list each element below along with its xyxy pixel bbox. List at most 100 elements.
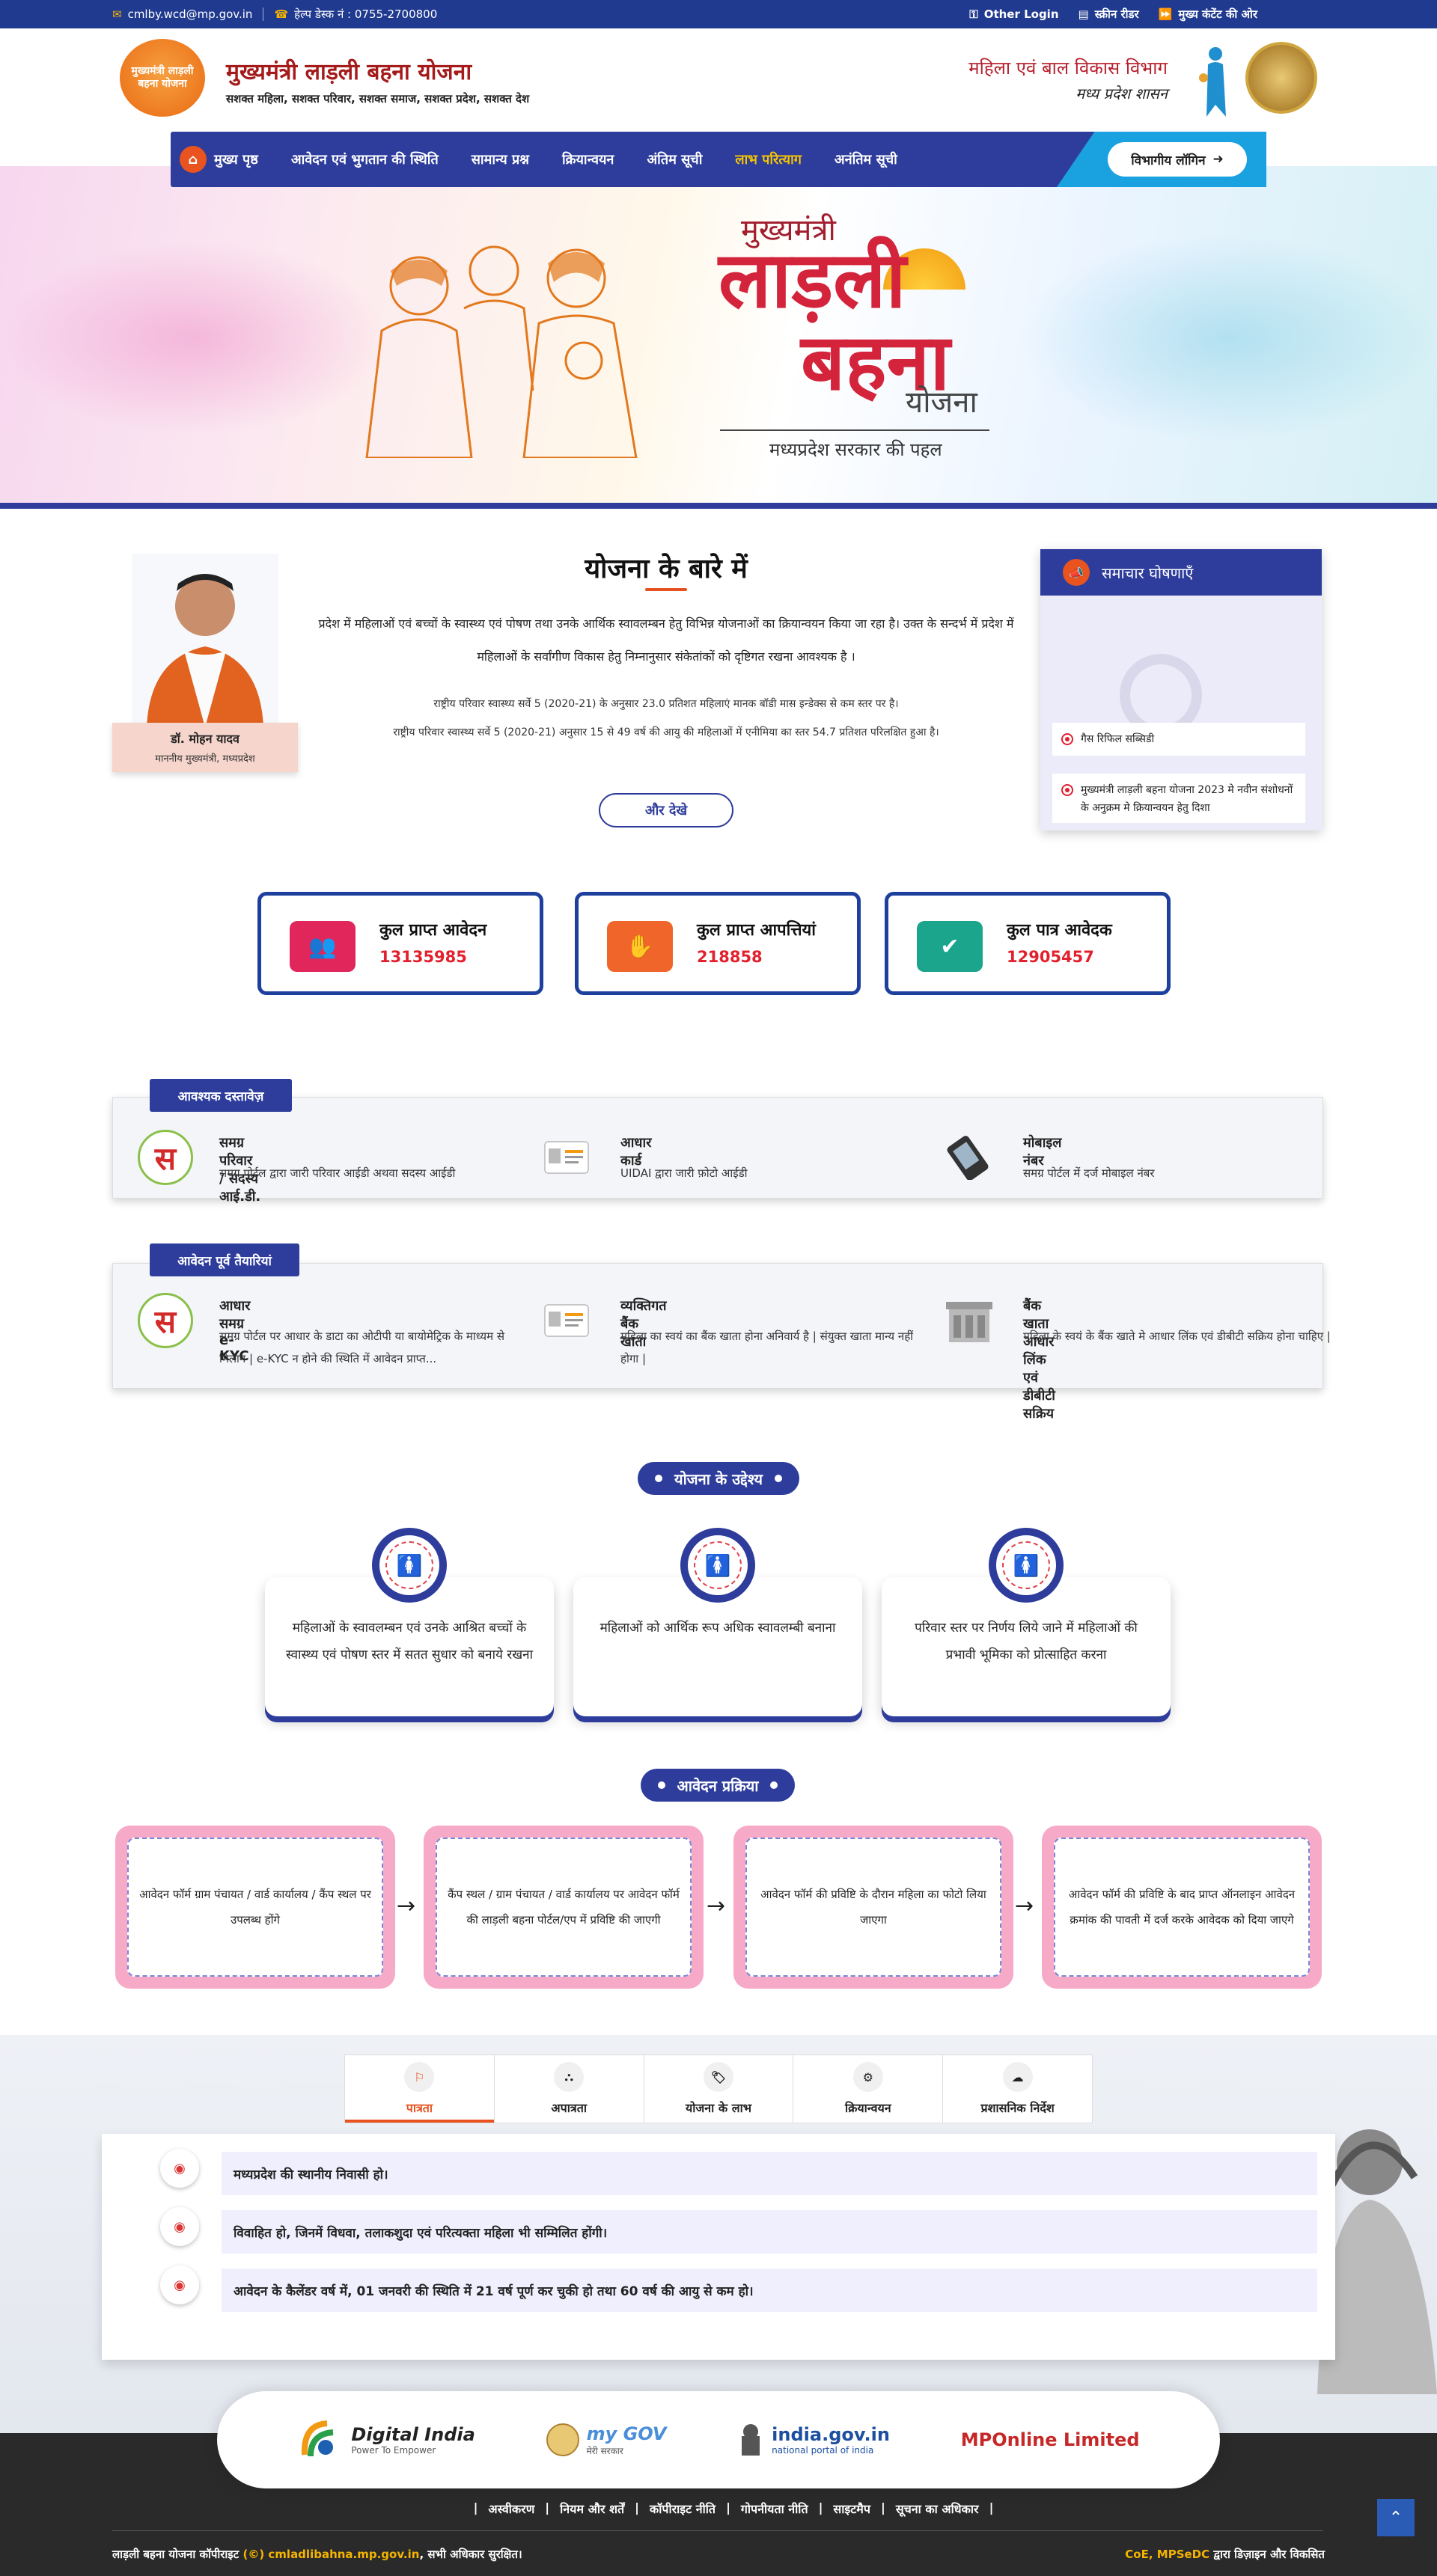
eligibility-icon: ⚐ [404, 2062, 435, 2092]
news-header: 📣 समाचार घोषणाएँ [1040, 549, 1322, 596]
process-step: आवेदन फॉर्म ग्राम पंचायत / वार्ड कार्याल… [115, 1826, 395, 1989]
objective-card: 🚺 महिलाओं के स्वावलम्बन एवं उनके आश्रित … [265, 1528, 554, 1716]
news-item[interactable]: गैस रिफिल सब्सिडी [1052, 723, 1305, 756]
tab-benefits[interactable]: 🏷 योजना के लाभ [644, 2055, 794, 2123]
scroll-to-top-button[interactable]: ⌃ [1377, 2499, 1415, 2536]
criteria-item: विवाहित हो, जिनमें विधवा, तलाकशुदा एवं प… [222, 2210, 1317, 2254]
pre-application-prep: स आधार समग्र e-KYC समग्र पोर्टल पर आधार … [112, 1263, 1331, 1422]
footer-link-copyright[interactable]: कॉपीराइट नीति [650, 2500, 716, 2517]
arrow-right-icon: ➜ [1212, 152, 1224, 167]
tag-icon: 🏷 [703, 2062, 733, 2092]
hero-title-line1: मुख्यमंत्री [741, 213, 836, 248]
footer-links: | अस्वीकरण | नियम और शर्तें | कॉपीराइट नीति… [473, 2500, 994, 2517]
mponline-logo[interactable]: MPOnline Limited [961, 2429, 1140, 2450]
section-pill-process: आवेदन प्रक्रिया [641, 1769, 795, 1802]
nav-final-list[interactable]: अंतिम सूची [647, 150, 702, 168]
email-link[interactable]: ✉ cmlby.wcd@mp.gov.in [112, 7, 252, 21]
scheme-logo[interactable]: मुख्यमंत्री लाड़ली बहना योजना [120, 39, 205, 117]
objective-card: 🚺 महिलाओं को आर्थिक रूप अधिक स्वावलम्बी … [573, 1528, 862, 1716]
digital-india-icon [302, 2420, 334, 2457]
nav-home[interactable]: ⌂ मुख्य पृष्ठ [180, 146, 258, 173]
aadhaar-card-icon [544, 1141, 589, 1174]
samagra-logo-icon: स [138, 1293, 193, 1348]
arrow-right-icon: → [707, 1893, 726, 1919]
hero-title-line2: लाड़ली [718, 233, 906, 325]
header: मुख्यमंत्री लाड़ली बहना योजना मुख्यमंत्र… [0, 28, 1437, 133]
process-step: आवेदन फॉर्म की प्रविष्टि के बाद प्राप्त … [1042, 1826, 1322, 1989]
required-documents: स समग्र परिवार / सदस्य आई.डी. समग्र पोर्… [112, 1097, 1323, 1205]
book-icon: ▤ [1078, 7, 1089, 21]
hero-banner: मुख्यमंत्री लाड़ली बहना योजना मध्यप्रदेश… [0, 166, 1437, 506]
footer-link-privacy[interactable]: गोपनीयता नीति [741, 2500, 808, 2517]
nav-faq[interactable]: सामान्य प्रश्न [472, 150, 529, 168]
chevron-up-icon: ⌃ [1388, 2508, 1403, 2527]
eligible-icon: ✔ [917, 921, 983, 972]
copyright-text: लाड़ली बहना योजना कॉपीराइट (©) cmladliba… [112, 2548, 522, 2561]
process-step: कैंप स्थल / ग्राम पंचायत / वार्ड कार्याल… [424, 1826, 704, 1989]
mail-icon: ✉ [112, 7, 122, 21]
screen-reader-link[interactable]: ▤ स्क्रीन रीडर [1078, 7, 1139, 22]
divider [720, 429, 989, 431]
key-icon: ⚿ [969, 7, 978, 21]
bank-building-icon [946, 1302, 992, 1342]
read-more-button[interactable]: और देखे [599, 793, 733, 827]
india-gov-logo[interactable]: india.gov.in national portal of india [737, 2421, 890, 2459]
tab-admin-directions[interactable]: ☁ प्रशासनिक निर्देश [943, 2055, 1092, 2123]
bullet-icon [1061, 733, 1073, 745]
tab-eligibility[interactable]: ⚐ पात्रता [345, 2055, 495, 2123]
stat-card-eligible: ✔ कुल पात्र आवेदक 12905457 [885, 892, 1171, 995]
decorative-wave [0, 241, 389, 435]
title-underline [645, 588, 687, 591]
cloud-icon: ☁ [1002, 2062, 1033, 2092]
main-nav: ⌂ मुख्य पृष्ठ आवेदन एवं भुगतान की स्थिति … [171, 132, 1266, 187]
copyright-site-link[interactable]: (©) cmladlibahna.mp.gov.in [242, 2548, 419, 2561]
partner-logos: Digital India Power To Empower my GOV मेरी… [217, 2391, 1220, 2488]
process-step: आवेदन फॉर्म की प्रविष्टि के दौरान महिला … [733, 1826, 1013, 1989]
tab-implementation[interactable]: ⚙ क्रियान्वयन [793, 2055, 944, 2123]
divider [112, 2530, 1323, 2531]
stat-card-applications: 👥 कुल प्राप्त आवेदन 13135985 [257, 892, 543, 995]
skip-to-content-link[interactable]: ⏩ मुख्य कंटेंट की ओर [1159, 7, 1257, 22]
nav-provisional-list[interactable]: अनंतिम सूची [835, 150, 897, 168]
about-paragraph: प्रदेश में महिलाओं एवं बच्चों के स्वास्थ… [318, 617, 1014, 664]
emblem-icon [546, 2423, 579, 2456]
footer-link-sitemap[interactable]: साइटमैप [833, 2500, 870, 2517]
woman-child-icon [1199, 47, 1226, 117]
footer-link-disclaimer[interactable]: अस्वीकरण [488, 2500, 534, 2517]
eligibility-panel: ◉ मध्यप्रदेश की स्थानीय निवासी हो। ◉ विव… [102, 2134, 1335, 2360]
hero-tagline: मध्यप्रदेश सरकार की पहल [769, 439, 942, 460]
cm-card: डॉ. मोहन यादव माननीय मुख्यमंत्री, मध्यप्… [112, 546, 298, 772]
woman-icon: 🚺 [694, 1541, 742, 1589]
about-stats: राष्ट्रीय परिवार स्वास्थ्य सर्वे 5 (2020… [393, 698, 939, 738]
news-announcements: 📣 समाचार घोषणाएँ गैस रिफिल सब्सिडी मुख्यम… [1040, 549, 1322, 830]
footer-link-rti[interactable]: सूचना का अधिकार [896, 2500, 979, 2517]
developer-credit: CoE, MPSeDC द्वारा डिज़ाइन और विकसित [1125, 2548, 1325, 2561]
nav-benefit-waiver[interactable]: लाभ परित्याग [735, 150, 802, 168]
section-tag-documents: आवश्यक दस्तावेज़ [150, 1079, 292, 1112]
bullet-icon [1061, 784, 1073, 796]
forward-icon: ⏩ [1158, 7, 1173, 21]
department-login-button[interactable]: विभागीय लॉगिन ➜ [1108, 142, 1247, 177]
criteria-item: आवेदन के कैलेंडर वर्ष में, 01 जनवरी की स… [222, 2268, 1317, 2312]
criteria-item: मध्यप्रदेश की स्थानीय निवासी हो। [222, 2152, 1317, 2195]
woman-icon: 🚺 [385, 1541, 433, 1589]
tab-ineligibility[interactable]: ⛬ अपात्रता [495, 2055, 644, 2123]
mygov-logo[interactable]: my GOV मेरी सरकार [546, 2423, 666, 2457]
news-item[interactable]: मुख्यमंत्री लाड़ली बहना योजना 2023 मे नव… [1052, 774, 1305, 823]
rising-sun-graphic [883, 248, 965, 290]
cm-name-plate: डॉ. मोहन यादव माननीय मुख्यमंत्री, मध्यप्… [112, 723, 298, 772]
gears-icon: ⚙ [852, 2062, 883, 2092]
nav-implementation[interactable]: क्रियान्वयन [562, 150, 614, 168]
digital-india-logo[interactable]: Digital India Power To Empower [297, 2417, 475, 2462]
about-title: योजना के बारे में [585, 553, 748, 584]
other-login-link[interactable]: ⚿ Other Login [969, 7, 1058, 21]
aadhaar-card-icon [544, 1304, 589, 1337]
criteria-icon: ◉ [160, 2207, 199, 2246]
objective-card: 🚺 परिवार स्तर पर निर्णय लिये जाने में मह… [882, 1528, 1171, 1716]
stat-card-objections: ✋ कुल प्राप्त आपत्तियां 218858 [575, 892, 861, 995]
footer-link-terms[interactable]: नियम और शर्तें [560, 2500, 624, 2517]
objection-icon: ✋ [607, 921, 673, 972]
arrow-right-icon: → [397, 1893, 416, 1919]
megaphone-icon: 📣 [1063, 559, 1090, 586]
nav-application-status[interactable]: आवेदन एवं भुगतान की स्थिति [291, 150, 439, 168]
